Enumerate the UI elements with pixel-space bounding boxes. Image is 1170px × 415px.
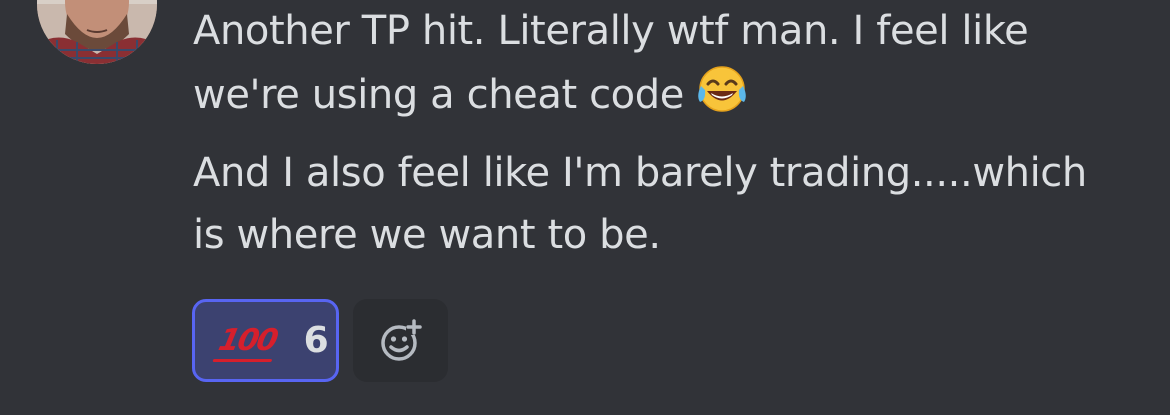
face-with-tears-of-joy-emoji xyxy=(694,62,750,118)
message-line: Another TP hit. Literally wtf man. I fee… xyxy=(193,8,1029,54)
add-reaction-icon xyxy=(380,318,422,361)
message-paragraph: And I also feel like I'm barely trading.… xyxy=(193,142,1153,266)
message-content: Another TP hit. Literally wtf man. I fee… xyxy=(193,0,1153,266)
message-line-text: we're using a cheat code xyxy=(193,72,684,118)
avatar[interactable] xyxy=(37,0,157,64)
hundred-points-emoji: 100 xyxy=(215,322,280,358)
message-line: And I also feel like I'm barely trading.… xyxy=(193,150,1087,196)
reaction-count: 6 xyxy=(303,320,329,361)
message-line: is where we want to be. xyxy=(193,212,661,258)
avatar-image xyxy=(37,0,157,64)
reaction-hundred-points[interactable]: 100 6 xyxy=(192,299,339,382)
message-paragraph: Another TP hit. Literally wtf man. I fee… xyxy=(193,0,1153,126)
add-reaction-button[interactable] xyxy=(353,299,448,382)
message-line: we're using a cheat code xyxy=(193,62,1153,126)
reactions-bar: 100 6 xyxy=(192,299,448,382)
